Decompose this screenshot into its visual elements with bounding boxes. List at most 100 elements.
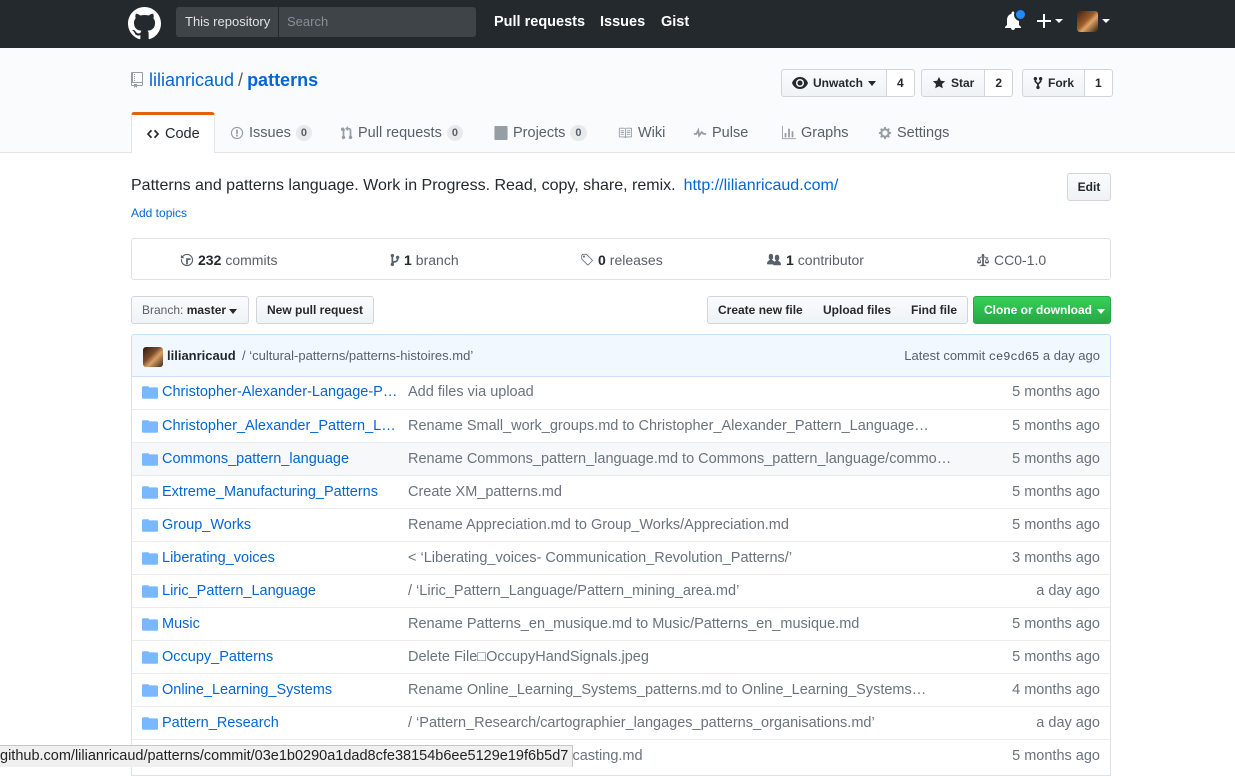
tab-graphs[interactable]: Graphs: [782, 113, 849, 152]
forks-count[interactable]: 1: [1085, 69, 1113, 97]
edit-description-button[interactable]: Edit: [1067, 173, 1111, 201]
file-age: 5 months ago: [1012, 451, 1100, 467]
tab-pulse[interactable]: Pulse: [693, 113, 748, 152]
project-icon: [494, 125, 508, 140]
clone-or-download-button[interactable]: Clone or download: [973, 296, 1111, 324]
file-commit-message[interactable]: Rename Commons_pattern_language.md to Co…: [408, 443, 958, 475]
file-name-link[interactable]: Online_Learning_Systems: [162, 674, 398, 706]
file-name-link[interactable]: Music: [162, 608, 398, 640]
tab-code[interactable]: Code: [131, 112, 215, 153]
issues-counter: 0: [295, 124, 313, 141]
file-commit-message[interactable]: Delete File□OccupyHandSignals.jpeg: [408, 641, 958, 673]
file-commit-message[interactable]: Rename Online_Learning_Systems_patterns.…: [408, 674, 958, 706]
search-box[interactable]: This repository Search: [176, 7, 476, 37]
watchers-count[interactable]: 4: [887, 69, 915, 97]
file-name-link[interactable]: Extreme_Manufacturing_Patterns: [162, 476, 398, 508]
releases-label: releases: [609, 252, 663, 268]
table-row: Occupy_Patterns Delete File□OccupyHandSi…: [132, 640, 1110, 673]
pull-requests-counter: 0: [446, 124, 463, 141]
create-new-file-button[interactable]: Create new file: [707, 296, 814, 324]
tab-projects[interactable]: Projects 0: [494, 113, 587, 152]
tab-issues[interactable]: Issues 0: [230, 113, 313, 152]
tab-pull-requests-label: Pull requests: [358, 124, 442, 141]
contributor-summary[interactable]: 1 contributor: [766, 239, 864, 281]
table-row: Music Rename Patterns_en_musique.md to M…: [132, 607, 1110, 640]
graph-icon: [782, 125, 796, 139]
fork-button[interactable]: Fork: [1022, 69, 1086, 97]
homepage-link[interactable]: http://lilianricaud.com/: [684, 177, 839, 194]
tab-graphs-label: Graphs: [801, 124, 849, 141]
contributor-count: 1: [786, 252, 794, 268]
new-pull-request-button[interactable]: New pull request: [256, 296, 375, 324]
repo-name-link[interactable]: patterns: [247, 70, 318, 90]
eye-icon: [792, 77, 808, 89]
user-avatar[interactable]: [1077, 11, 1098, 32]
file-name-link[interactable]: Pattern_Research: [162, 707, 398, 739]
file-age: 4 months ago: [1012, 682, 1100, 698]
table-row: Group_Works Rename Appreciation.md to Gr…: [132, 508, 1110, 541]
branch-summary[interactable]: 1 branch: [390, 239, 459, 281]
unwatch-label: Unwatch: [813, 76, 864, 90]
branch-icon: [390, 253, 400, 267]
file-commit-message[interactable]: Rename Appreciation.md to Group_Works/Ap…: [408, 509, 958, 541]
folder-icon: [142, 618, 158, 631]
branch-select-button[interactable]: Branch: master: [131, 296, 249, 324]
file-name-link[interactable]: Christopher_Alexander_Pattern_Language: [162, 410, 398, 442]
github-logo-icon[interactable]: [128, 7, 161, 40]
file-name-link[interactable]: Liric_Pattern_Language: [162, 575, 398, 607]
commit-sha[interactable]: ce9cd65: [989, 350, 1039, 364]
unwatch-button[interactable]: Unwatch: [781, 69, 888, 97]
commit-author-avatar[interactable]: [143, 347, 163, 367]
file-name-link[interactable]: Occupy_Patterns: [162, 641, 398, 673]
file-commit-message[interactable]: Create XM_patterns.md: [408, 476, 958, 508]
tab-pull-requests[interactable]: Pull requests 0: [341, 113, 463, 152]
nav-gist[interactable]: Gist: [661, 0, 689, 44]
browser-status-bar: github.com/lilianricaud/patterns/commit/…: [0, 745, 574, 767]
stars-count[interactable]: 2: [985, 69, 1014, 97]
commit-age: a day ago: [1042, 348, 1100, 363]
file-name-link[interactable]: Liberating_voices: [162, 542, 398, 574]
file-commit-message[interactable]: < ‘Liberating_voices- Communication_Revo…: [408, 542, 958, 574]
projects-counter: 0: [570, 124, 587, 141]
chevron-down-icon[interactable]: [1101, 17, 1111, 25]
file-commit-message[interactable]: / ‘Liric_Pattern_Language/Pattern_mining…: [408, 575, 958, 607]
file-name-link[interactable]: Group_Works: [162, 509, 398, 541]
file-commit-message[interactable]: / ‘Pattern_Research/cartographier_langag…: [408, 707, 958, 739]
latest-commit-info: Latest commit ce9cd65 a day ago: [904, 335, 1100, 378]
pulse-icon: [693, 126, 707, 138]
fork-group: Fork 1: [1022, 69, 1113, 97]
commit-message[interactable]: / ‘cultural-patterns/patterns-histoires.…: [242, 335, 473, 377]
file-commit-message[interactable]: Rename Patterns_en_musique.md to Music/P…: [408, 608, 958, 640]
star-button[interactable]: Star: [921, 69, 986, 97]
tab-wiki[interactable]: Wiki: [617, 113, 665, 152]
upload-files-button[interactable]: Upload files: [813, 296, 903, 324]
nav-issues[interactable]: Issues: [600, 0, 645, 44]
folder-icon: [142, 386, 158, 399]
commits-summary[interactable]: 232 commits: [180, 239, 277, 281]
file-age: 3 months ago: [1012, 550, 1100, 566]
file-age: 5 months ago: [1012, 748, 1100, 764]
file-commit-message[interactable]: Rename Small_work_groups.md to Christoph…: [408, 410, 958, 442]
add-topics-link[interactable]: Add topics: [131, 206, 187, 220]
find-file-button[interactable]: Find file: [901, 296, 968, 324]
file-age: 5 months ago: [1012, 384, 1100, 400]
code-icon: [146, 129, 160, 139]
file-commit-message[interactable]: Add files via upload: [408, 376, 958, 408]
search-scope-label[interactable]: This repository: [176, 7, 279, 37]
nav-pull-requests[interactable]: Pull requests: [494, 0, 585, 44]
repo-owner-link[interactable]: lilianricaud: [149, 70, 234, 90]
people-icon: [767, 253, 781, 266]
tab-wiki-label: Wiki: [638, 124, 666, 141]
file-age: 5 months ago: [1012, 649, 1100, 665]
file-name-link[interactable]: Christopher-Alexander-Langage-Patterns: [162, 376, 398, 408]
file-name-link[interactable]: Commons_pattern_language: [162, 443, 398, 475]
releases-summary[interactable]: 0 releases: [580, 239, 663, 281]
license-summary[interactable]: CC0-1.0: [976, 239, 1046, 281]
table-row: Online_Learning_Systems Rename Online_Le…: [132, 673, 1110, 706]
search-input[interactable]: Search: [287, 7, 328, 37]
tab-settings[interactable]: Settings: [878, 113, 949, 152]
table-row: Commons_pattern_language Rename Commons_…: [132, 442, 1110, 475]
plus-dropdown-icon[interactable]: [1036, 13, 1064, 29]
file-table: Christopher-Alexander-Langage-Patterns A…: [131, 376, 1111, 776]
commit-author[interactable]: lilianricaud: [167, 335, 236, 377]
